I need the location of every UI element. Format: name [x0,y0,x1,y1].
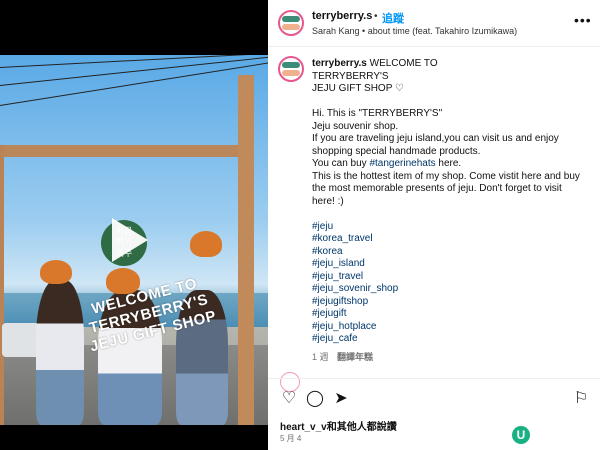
caption-hottest: This is the hottest item of my shop. Com… [312,170,583,207]
wooden-frame-beam [0,145,250,157]
follow-button[interactable]: 追蹤 [382,10,404,26]
hashtag-link[interactable]: #jeju_island [312,258,365,269]
hashtag-link[interactable]: #jejugift [312,308,346,319]
caption-souvenir: Jeju souvenir shop. [312,120,399,132]
caption-avatar[interactable] [278,56,304,82]
divider [268,378,600,379]
hashtag-link[interactable]: #jejugiftshop [312,296,368,307]
caption: terryberry.s WELCOME TO TERRYBERRY'S JEJ… [312,58,582,346]
hashtag-link[interactable]: #jeju_hotplace [312,321,377,332]
hashtag-link[interactable]: #jeju_sovenir_shop [312,283,398,294]
watermark-logo: U [512,426,530,444]
translate-link[interactable]: 翻譯年糕 [337,350,373,363]
send-icon[interactable]: ➤ [332,390,350,408]
hashtag-link[interactable]: #tangerinehats [369,158,435,169]
caption-travel: If you are traveling jeju island,you can… [312,133,562,157]
tangerine-hat [190,231,222,257]
avatar[interactable] [278,10,304,36]
hashtag-link[interactable]: #jeju_travel [312,271,363,282]
audio-track[interactable]: Sarah Kang • about time (feat. Takahiro … [312,26,517,36]
separator-dot: • [374,11,378,22]
caption-title-line2: TERRYBERRY'S [312,70,389,82]
caption-title-line3: JEJU GIFT SHOP ♡ [312,83,404,94]
action-bar: ♡ ◯ ➤ ⚐ [280,390,590,408]
tangerine-hat [40,260,72,284]
post-age: 1 週 [312,352,329,362]
post-panel: terryberry.s • 追蹤 Sarah Kang • about tim… [268,0,600,450]
wooden-post [0,145,4,425]
post-media[interactable]: 지금 여기 제주 WELCOME TO TERRYBERRY'S JEJU GI… [0,0,268,450]
hashtag-link[interactable]: #jeju_cafe [312,333,358,344]
hashtag-link[interactable]: #korea [312,246,343,257]
heart-icon[interactable]: ♡ [280,390,298,408]
post-date: 5 月 4 [280,434,302,443]
likes-text[interactable]: heart_v_v和其他人都說讚 [280,418,397,433]
bookmark-icon[interactable]: ⚐ [572,390,590,408]
play-icon[interactable] [112,218,148,262]
caption-hi: Hi. This is "TERRYBERRY'S" [312,108,443,119]
comment-icon[interactable]: ◯ [306,390,324,408]
power-line [0,61,268,106]
caption-username[interactable]: terryberry.s [312,58,367,69]
caption-buy-suffix: here. [435,158,462,169]
comment-avatar [280,372,300,392]
more-horizontal-icon[interactable]: ••• [574,12,592,28]
hashtag-list: #jeju #korea_travel #korea #jeju_island … [312,221,398,345]
caption-buy-prefix: You can buy [312,158,370,169]
hashtag-link[interactable]: #korea_travel [312,233,373,244]
hashtag-link[interactable]: #jeju [312,221,333,232]
header-username[interactable]: terryberry.s [312,10,372,22]
caption-title-line1: WELCOME TO [369,58,438,69]
wooden-post [238,75,254,425]
post-header: terryberry.s • 追蹤 Sarah Kang • about tim… [268,0,600,47]
